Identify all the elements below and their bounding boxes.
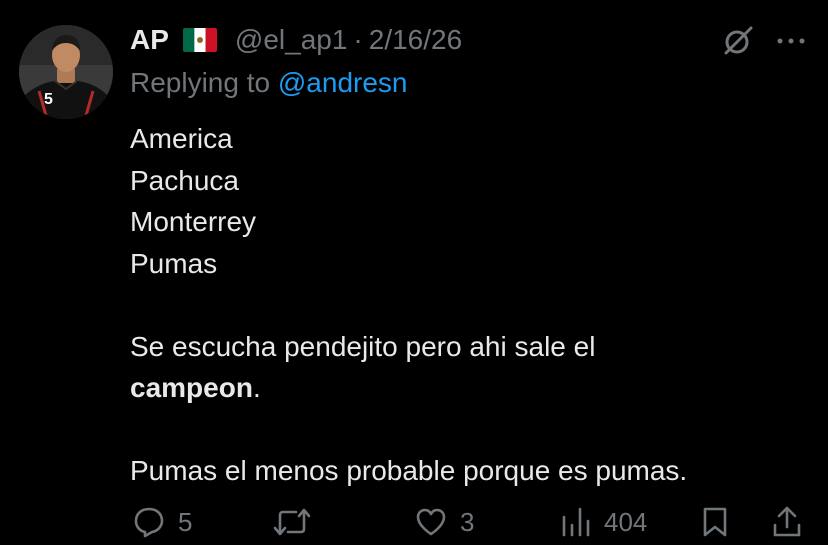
paragraph2-bold: campeon — [130, 372, 253, 403]
replying-prefix: Replying to — [130, 67, 278, 98]
mexico-flag-icon — [182, 28, 217, 52]
grok-icon[interactable] — [721, 24, 755, 58]
views-icon — [562, 507, 590, 537]
tweet-line: Pachuca — [130, 164, 239, 196]
bookmark-icon — [703, 507, 727, 537]
tweet-date[interactable]: 2/16/26 — [369, 24, 462, 56]
tweet-line: Pumas el menos probable porque es pumas. — [130, 455, 688, 486]
display-name[interactable]: AP — [130, 24, 169, 56]
separator-dot: · — [353, 24, 363, 55]
user-handle[interactable]: @el_ap1 — [235, 24, 348, 56]
retweet-button[interactable] — [272, 504, 324, 540]
tweet-line: campeon. — [130, 367, 810, 409]
replying-to: Replying to @andresn — [130, 67, 407, 99]
tweet-line: Monterrey — [130, 206, 257, 237]
more-options-icon[interactable] — [774, 24, 808, 58]
tweet-line: America — [130, 123, 233, 154]
paragraph2-text: Se escucha pendejito pero ahi sale el — [130, 330, 596, 362]
reply-icon — [134, 507, 164, 538]
tweet-header: AP @el_ap1 · 2/16/26 — [130, 20, 462, 60]
reply-count: 5 — [178, 506, 193, 537]
paragraph2-end: . — [252, 372, 261, 403]
avatar[interactable]: 5 — [19, 25, 113, 119]
tweet-line: Se escucha pendejito pero ahi sale el — [130, 326, 810, 368]
share-button[interactable] — [771, 504, 803, 540]
tweet-body: America Pachuca Monterrey Pumas Se escuc… — [130, 118, 810, 492]
heart-icon — [416, 508, 446, 536]
reply-button[interactable]: 5 — [132, 504, 192, 540]
replying-to-mention[interactable]: @andresn — [278, 67, 408, 98]
action-bar: 5 3 404 — [0, 500, 828, 545]
views-button[interactable]: 404 — [560, 504, 647, 540]
like-count: 3 — [460, 506, 475, 537]
bookmark-button[interactable] — [700, 504, 730, 540]
share-icon — [773, 506, 801, 537]
like-button[interactable]: 3 — [414, 504, 474, 540]
retweet-icon — [273, 508, 311, 536]
jersey-number: 5 — [44, 91, 53, 108]
tweet-line: Pumas — [130, 247, 218, 279]
view-count: 404 — [604, 506, 648, 537]
